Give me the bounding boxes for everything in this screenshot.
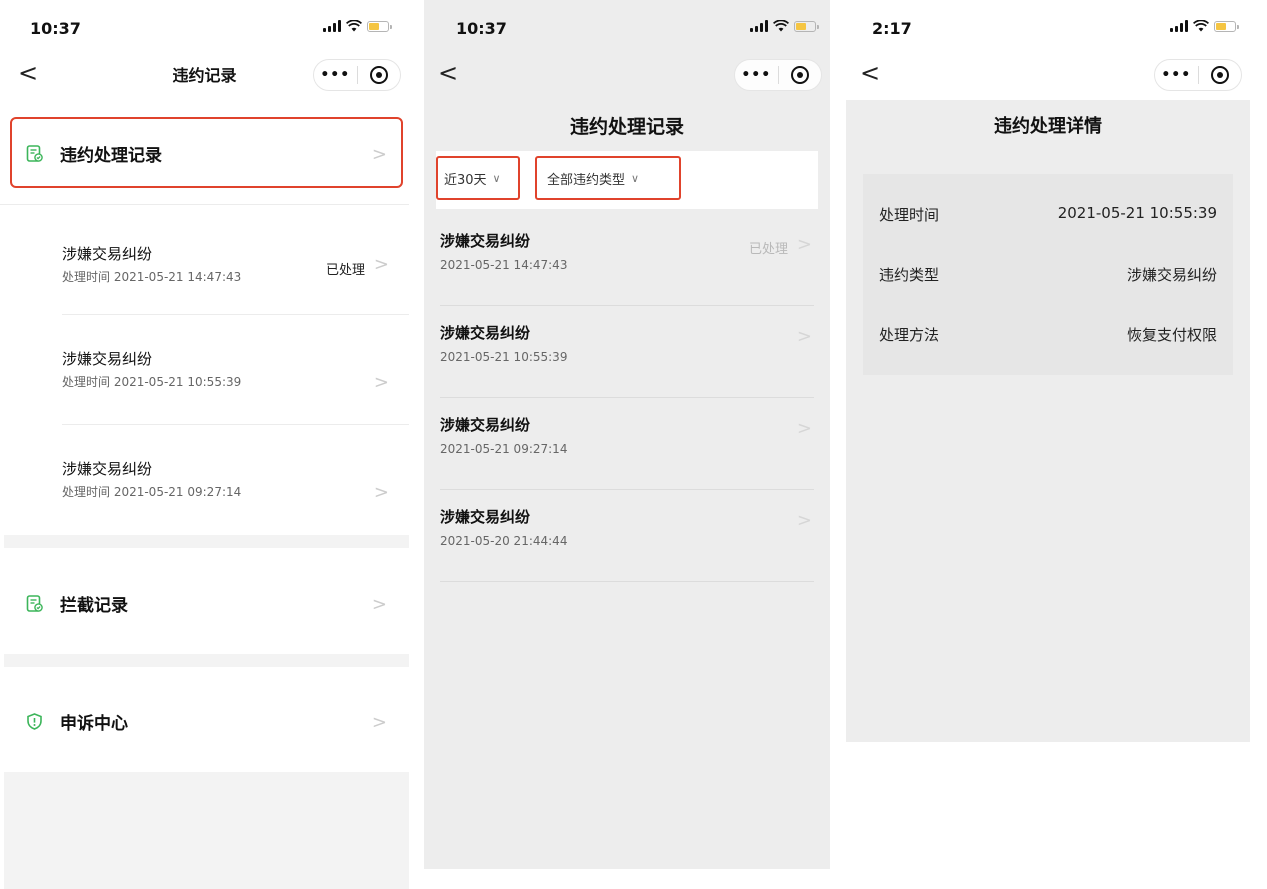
divider — [62, 424, 409, 425]
record-title: 涉嫌交易纠纷 — [440, 324, 531, 342]
document-check-icon — [26, 594, 43, 612]
chevron-right-icon: > — [796, 418, 812, 439]
chevron-right-icon: > — [371, 594, 387, 615]
record-status: 已处理 — [325, 263, 365, 278]
detail-key: 处理方法 — [879, 326, 940, 344]
bottom-filler — [4, 772, 409, 889]
battery-icon — [794, 20, 819, 32]
record-time: 处理时间 2021-05-21 10:55:39 — [62, 375, 242, 389]
signal-icon — [323, 20, 341, 32]
system-icons — [1170, 20, 1239, 32]
signal-icon — [750, 20, 768, 32]
status-time: 10:37 — [456, 19, 507, 38]
page-title: 违约处理详情 — [994, 116, 1102, 137]
screen-handling-detail: 2:17 < ••• 违约处理详情 处理时间 2021-05-21 10:55:… — [846, 0, 1250, 742]
time-range-value: 近30天 — [444, 172, 487, 188]
back-arrow-icon[interactable]: < — [860, 58, 880, 88]
wifi-icon — [773, 20, 789, 32]
page-title: 违约处理记录 — [569, 116, 684, 138]
wifi-icon — [1193, 20, 1209, 32]
record-title: 涉嫌交易纠纷 — [62, 350, 153, 368]
record-title: 涉嫌交易纠纷 — [440, 416, 531, 434]
wifi-icon — [346, 20, 362, 32]
section-gap — [4, 654, 409, 667]
record-item[interactable]: 涉嫌交易纠纷 2021-05-21 09:27:14 > — [440, 398, 814, 490]
menu-item-label: 拦截记录 — [60, 595, 128, 616]
more-dots-icon[interactable]: ••• — [735, 67, 778, 83]
system-icons — [750, 20, 819, 32]
system-icons — [323, 20, 392, 32]
record-item[interactable]: 涉嫌交易纠纷 2021-05-21 14:47:43 已处理 > — [440, 214, 814, 306]
divider — [0, 204, 409, 205]
record-time: 处理时间 2021-05-21 09:27:14 — [62, 485, 242, 499]
detail-value: 恢复支付权限 — [1126, 326, 1217, 344]
record-status: 已处理 — [748, 242, 788, 257]
battery-icon — [367, 20, 392, 32]
section-gap — [4, 535, 409, 548]
menu-item-label: 申诉中心 — [60, 713, 128, 734]
record-title: 涉嫌交易纠纷 — [440, 508, 531, 526]
menu-item-intercept-records[interactable]: 拦截记录 > — [0, 590, 409, 616]
shield-alert-icon — [27, 712, 42, 730]
detail-value: 涉嫌交易纠纷 — [1126, 266, 1217, 284]
highlight-annotation — [10, 117, 403, 188]
record-time: 2021-05-21 14:47:43 — [440, 258, 568, 272]
status-time: 2:17 — [872, 19, 912, 38]
page-title: 违约记录 — [172, 66, 237, 85]
chevron-right-icon: > — [373, 372, 389, 393]
violation-type-value: 全部违约类型 — [547, 172, 626, 188]
status-bar: 10:37 — [424, 0, 830, 56]
status-bar: 10:37 — [0, 0, 409, 56]
chevron-right-icon: > — [373, 482, 389, 503]
close-target-icon[interactable] — [1199, 66, 1242, 84]
detail-key: 违约类型 — [879, 266, 940, 284]
record-time: 2021-05-20 21:44:44 — [440, 534, 568, 548]
record-item[interactable]: 涉嫌交易纠纷 处理时间 2021-05-21 10:55:39 > — [62, 348, 409, 394]
record-item[interactable]: 涉嫌交易纠纷 处理时间 2021-05-21 14:47:43 已处理 > — [62, 243, 409, 289]
chevron-right-icon: > — [796, 234, 812, 255]
record-title: 涉嫌交易纠纷 — [440, 232, 531, 250]
signal-icon — [1170, 20, 1188, 32]
record-title: 涉嫌交易纠纷 — [62, 245, 153, 263]
time-range-filter[interactable]: 近30天 ∨ — [436, 156, 520, 200]
record-time: 2021-05-21 10:55:39 — [440, 350, 568, 364]
record-time: 2021-05-21 09:27:14 — [440, 442, 568, 456]
record-item[interactable]: 涉嫌交易纠纷 处理时间 2021-05-21 09:27:14 > — [62, 458, 409, 504]
chevron-right-icon: > — [796, 326, 812, 347]
nav-bar: < ••• — [846, 56, 1250, 100]
filter-bar: 近30天 ∨ 全部违约类型 ∨ — [436, 151, 818, 209]
menu-item-appeal-center[interactable]: 申诉中心 > — [0, 708, 409, 734]
status-bar: 2:17 — [846, 0, 1250, 56]
chevron-right-icon: > — [796, 510, 812, 531]
more-dots-icon[interactable]: ••• — [1155, 67, 1198, 83]
detail-card: 处理时间 2021-05-21 10:55:39 违约类型 涉嫌交易纠纷 处理方… — [863, 174, 1233, 375]
chevron-right-icon: > — [373, 254, 389, 275]
record-time: 处理时间 2021-05-21 14:47:43 — [62, 270, 242, 284]
dropdown-arrow-icon: ∨ — [492, 171, 501, 185]
back-arrow-icon[interactable]: < — [438, 58, 458, 88]
mini-program-capsule: ••• — [1154, 59, 1242, 91]
violation-type-filter[interactable]: 全部违约类型 ∨ — [535, 156, 681, 200]
screen-handling-records: 10:37 < ••• 违约处理记录 近30天 ∨ 全部违约类型 ∨ 涉嫌交易纠… — [424, 0, 830, 869]
status-time: 10:37 — [30, 19, 81, 38]
dropdown-arrow-icon: ∨ — [631, 171, 640, 185]
chevron-right-icon: > — [371, 712, 387, 733]
record-item[interactable]: 涉嫌交易纠纷 2021-05-21 10:55:39 > — [440, 306, 814, 398]
detail-key: 处理时间 — [879, 206, 940, 224]
detail-value: 2021-05-21 10:55:39 — [1057, 204, 1217, 222]
record-item[interactable]: 涉嫌交易纠纷 2021-05-20 21:44:44 > — [440, 490, 814, 582]
nav-bar: < ••• — [424, 56, 830, 96]
record-title: 涉嫌交易纠纷 — [62, 460, 153, 478]
battery-icon — [1214, 20, 1239, 32]
screen-violation-records: 10:37 < ••• 违约记录 违约处理记录 > 涉嫌交易纠纷 处理时间 20… — [0, 0, 409, 889]
divider — [62, 314, 409, 315]
mini-program-capsule: ••• — [734, 59, 822, 91]
close-target-icon[interactable] — [779, 66, 822, 84]
